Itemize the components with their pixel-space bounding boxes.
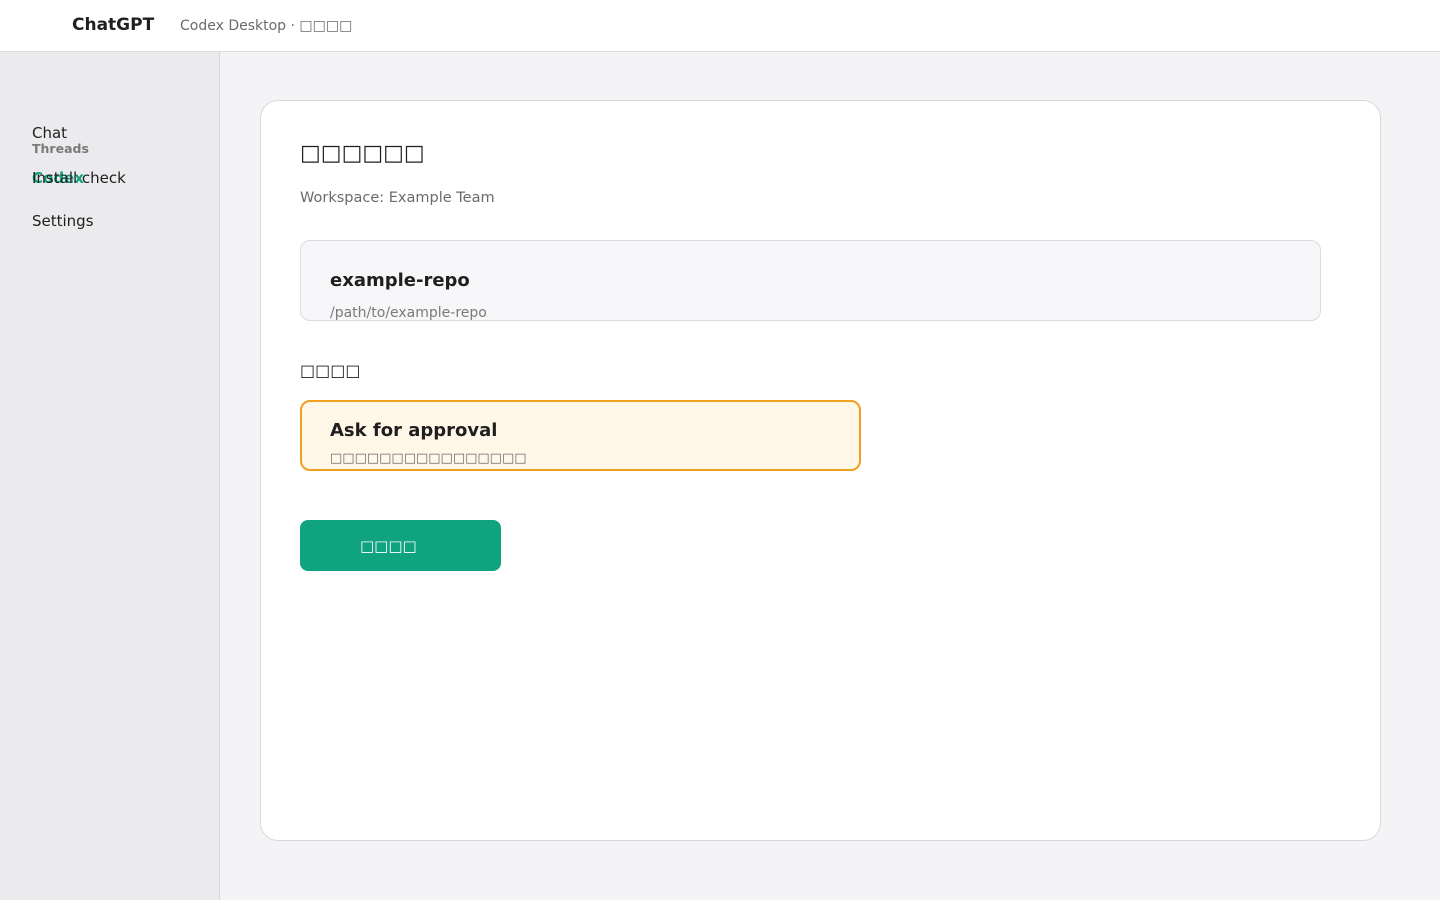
workspace-label: Workspace: Example Team xyxy=(300,190,495,206)
sidebar-item-settings[interactable]: Settings xyxy=(32,212,94,230)
app-brand: ChatGPT xyxy=(72,15,155,35)
primary-button[interactable]: □□□□ xyxy=(300,520,501,571)
repo-path: /path/to/example-repo xyxy=(330,305,487,321)
app-subtitle: Codex Desktop · □□□□ xyxy=(180,18,353,34)
sidebar-item-chat[interactable]: Chat xyxy=(32,124,67,142)
sidebar-item-threads[interactable]: Threads xyxy=(32,141,89,156)
repo-card[interactable]: example-repo /path/to/example-repo xyxy=(300,240,1321,321)
repo-name: example-repo xyxy=(330,270,470,291)
main-card: □□□□□□ Workspace: Example Team example-r… xyxy=(260,100,1381,841)
sidebar: Chat Threads Codex Install check Setting… xyxy=(0,52,220,900)
approval-option-title: Ask for approval xyxy=(330,420,498,441)
approval-option-description: □□□□□□□□□□□□□□□□ xyxy=(330,451,527,466)
section-label: □□□□ xyxy=(300,361,361,380)
page-title: □□□□□□ xyxy=(300,141,425,166)
sidebar-item-install-check[interactable]: Install check xyxy=(32,169,126,187)
top-bar: ChatGPT Codex Desktop · □□□□ xyxy=(0,0,1440,52)
approval-option[interactable]: Ask for approval □□□□□□□□□□□□□□□□ xyxy=(300,400,861,471)
